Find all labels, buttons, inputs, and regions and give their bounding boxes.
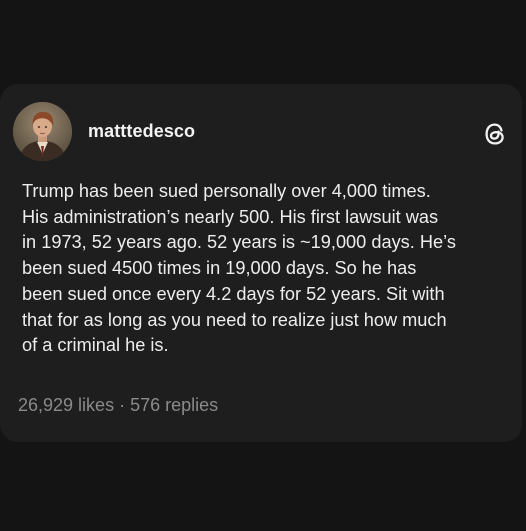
avatar[interactable] <box>13 102 72 161</box>
username[interactable]: matttedesco <box>88 121 195 142</box>
page: matttedesco Trump has been sued personal… <box>0 0 526 531</box>
replies-count[interactable]: 576 replies <box>130 395 218 415</box>
post-card[interactable]: matttedesco Trump has been sued personal… <box>0 84 522 442</box>
post-stats: 26,929 likes · 576 replies <box>18 395 218 416</box>
post-body: Trump has been sued personally over 4,00… <box>22 181 456 356</box>
threads-icon[interactable] <box>481 120 509 148</box>
stats-separator: · <box>119 395 126 415</box>
likes-count[interactable]: 26,929 likes <box>18 395 114 415</box>
profile-photo-icon <box>13 102 72 161</box>
